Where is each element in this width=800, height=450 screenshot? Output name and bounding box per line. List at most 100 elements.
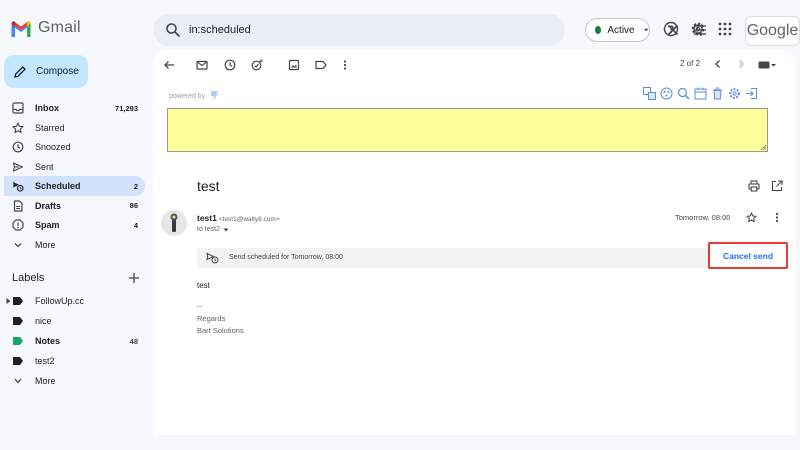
sidebar-item-scheduled[interactable]: Scheduled 2 bbox=[4, 176, 145, 196]
spam-count: 4 bbox=[133, 220, 138, 230]
recipient-text: to test2 bbox=[197, 226, 220, 233]
compose-label: Compose bbox=[36, 66, 79, 77]
label-item-followup[interactable]: FollowUp.cc bbox=[4, 291, 145, 311]
sidebar-item-inbox[interactable]: Inbox 71,293 bbox=[4, 98, 145, 118]
app-name: Gmail bbox=[38, 19, 81, 36]
sidebar-item-label: Snoozed bbox=[35, 142, 71, 152]
spam-icon bbox=[12, 219, 24, 231]
signature-line: Regards bbox=[197, 314, 226, 323]
clock-icon bbox=[12, 141, 24, 153]
palette-icon[interactable] bbox=[660, 87, 673, 100]
add-to-tasks-icon[interactable] bbox=[251, 59, 263, 71]
google-account-button[interactable]: Google bbox=[745, 16, 800, 46]
sidebar-item-spam[interactable]: Spam 4 bbox=[4, 215, 145, 235]
sidebar-item-label: Sent bbox=[35, 161, 54, 172]
labels-heading: Labels bbox=[12, 272, 45, 284]
send-icon bbox=[12, 161, 24, 172]
caret-down-icon bbox=[223, 228, 229, 231]
add-label-icon[interactable] bbox=[128, 272, 140, 284]
sidebar-item-label: Scheduled bbox=[35, 181, 81, 191]
search-icon[interactable] bbox=[165, 22, 181, 38]
translate-icon[interactable] bbox=[643, 87, 656, 100]
schedule-send-icon bbox=[13, 182, 24, 192]
label-name: FollowUp.cc bbox=[35, 296, 85, 306]
back-arrow-icon[interactable] bbox=[163, 59, 175, 71]
search-input[interactable] bbox=[189, 20, 489, 40]
sidebar-item-more[interactable]: More bbox=[4, 235, 145, 255]
mark-unread-icon[interactable] bbox=[196, 59, 208, 71]
labels-list: FollowUp.cc nice Notes 48 test2 More bbox=[4, 291, 145, 391]
cancel-send-button[interactable]: Cancel send bbox=[708, 242, 788, 269]
newer-chevron-icon[interactable] bbox=[713, 59, 723, 69]
expand-arrow-icon[interactable] bbox=[6, 298, 11, 304]
inbox-icon bbox=[12, 102, 24, 114]
chevron-down-icon bbox=[14, 242, 22, 247]
star-message-icon[interactable] bbox=[746, 212, 757, 223]
more-options-icon[interactable] bbox=[339, 59, 351, 71]
label-name: More bbox=[35, 376, 56, 386]
apps-grid-icon[interactable] bbox=[717, 21, 733, 37]
sidebar-item-drafts[interactable]: Drafts 86 bbox=[4, 196, 145, 216]
move-to-icon[interactable] bbox=[288, 59, 300, 71]
trash-icon[interactable] bbox=[711, 87, 724, 100]
sticky-note-textarea[interactable] bbox=[167, 108, 768, 152]
chevron-down-icon bbox=[14, 378, 22, 384]
label-name: test2 bbox=[35, 356, 55, 366]
label-name: nice bbox=[35, 316, 52, 326]
message-subject: test bbox=[197, 178, 220, 194]
compose-button[interactable]: Compose bbox=[4, 55, 88, 88]
pagination-text: 2 of 2 bbox=[680, 59, 701, 68]
message-signature: -- Regards Bart Solutions bbox=[197, 301, 244, 337]
status-dot bbox=[595, 26, 602, 34]
sidebar-item-label: More bbox=[35, 239, 56, 250]
extension-settings-icon[interactable] bbox=[728, 87, 741, 100]
sidebar-item-starred[interactable]: Starred bbox=[4, 118, 145, 138]
message-panel: 2 of 2 powered by test test1 <test1@walt… bbox=[153, 50, 796, 435]
snooze-clock-icon[interactable] bbox=[224, 59, 236, 71]
inbox-count: 71,293 bbox=[115, 103, 138, 113]
search-bar bbox=[153, 14, 706, 46]
extension-toolbar bbox=[643, 87, 758, 100]
caret-down-icon bbox=[643, 28, 649, 32]
older-chevron-icon[interactable] bbox=[736, 59, 746, 69]
sign-in-icon[interactable] bbox=[745, 87, 758, 100]
label-icon[interactable] bbox=[315, 59, 327, 71]
sidebar-item-snoozed[interactable]: Snoozed bbox=[4, 137, 145, 157]
scheduled-count: 2 bbox=[133, 181, 138, 191]
labels-header: Labels bbox=[12, 272, 140, 284]
print-icon[interactable] bbox=[748, 180, 760, 192]
sidebar-item-label: Starred bbox=[35, 122, 65, 133]
drafts-count: 86 bbox=[129, 201, 138, 210]
label-tag-icon bbox=[13, 317, 23, 325]
label-item-notes[interactable]: Notes 48 bbox=[4, 331, 145, 351]
gmail-app: Gmail Active bbox=[0, 0, 800, 450]
sender-line: test1 <test1@walty8.com> bbox=[197, 213, 280, 223]
sidebar-item-sent[interactable]: Sent bbox=[4, 157, 145, 177]
extension-logo-icon bbox=[211, 91, 219, 101]
help-icon[interactable] bbox=[663, 21, 679, 37]
calendar-icon[interactable] bbox=[694, 87, 707, 100]
notes-count: 48 bbox=[129, 336, 138, 346]
sender-avatar[interactable] bbox=[161, 210, 187, 236]
scheduled-banner: Send scheduled for Tomorrow, 08:00 bbox=[197, 248, 783, 268]
recipient-line[interactable]: to test2 bbox=[197, 226, 229, 233]
label-item-test2[interactable]: test2 bbox=[4, 351, 145, 371]
zoom-search-icon[interactable] bbox=[677, 87, 690, 100]
status-selector[interactable]: Active bbox=[585, 18, 650, 42]
message-more-icon[interactable] bbox=[772, 212, 782, 223]
star-icon bbox=[12, 121, 24, 133]
settings-gear-icon[interactable] bbox=[690, 21, 706, 37]
message-body: test bbox=[197, 281, 210, 290]
resize-grip-icon[interactable] bbox=[760, 144, 766, 150]
label-tag-icon bbox=[13, 297, 23, 305]
extension-powered-by[interactable]: powered by bbox=[169, 90, 219, 102]
status-label: Active bbox=[607, 24, 635, 36]
open-in-new-window-icon[interactable] bbox=[771, 180, 783, 192]
labels-more[interactable]: More bbox=[4, 371, 145, 391]
gmail-logo-icon bbox=[11, 20, 31, 37]
label-item-nice[interactable]: nice bbox=[4, 311, 145, 331]
gmail-logo[interactable]: Gmail bbox=[10, 19, 81, 37]
sender-email: <test1@walty8.com> bbox=[218, 216, 280, 223]
scheduled-text: Send scheduled for Tomorrow, 08:00 bbox=[229, 254, 343, 261]
input-tools-icon[interactable] bbox=[758, 61, 776, 69]
